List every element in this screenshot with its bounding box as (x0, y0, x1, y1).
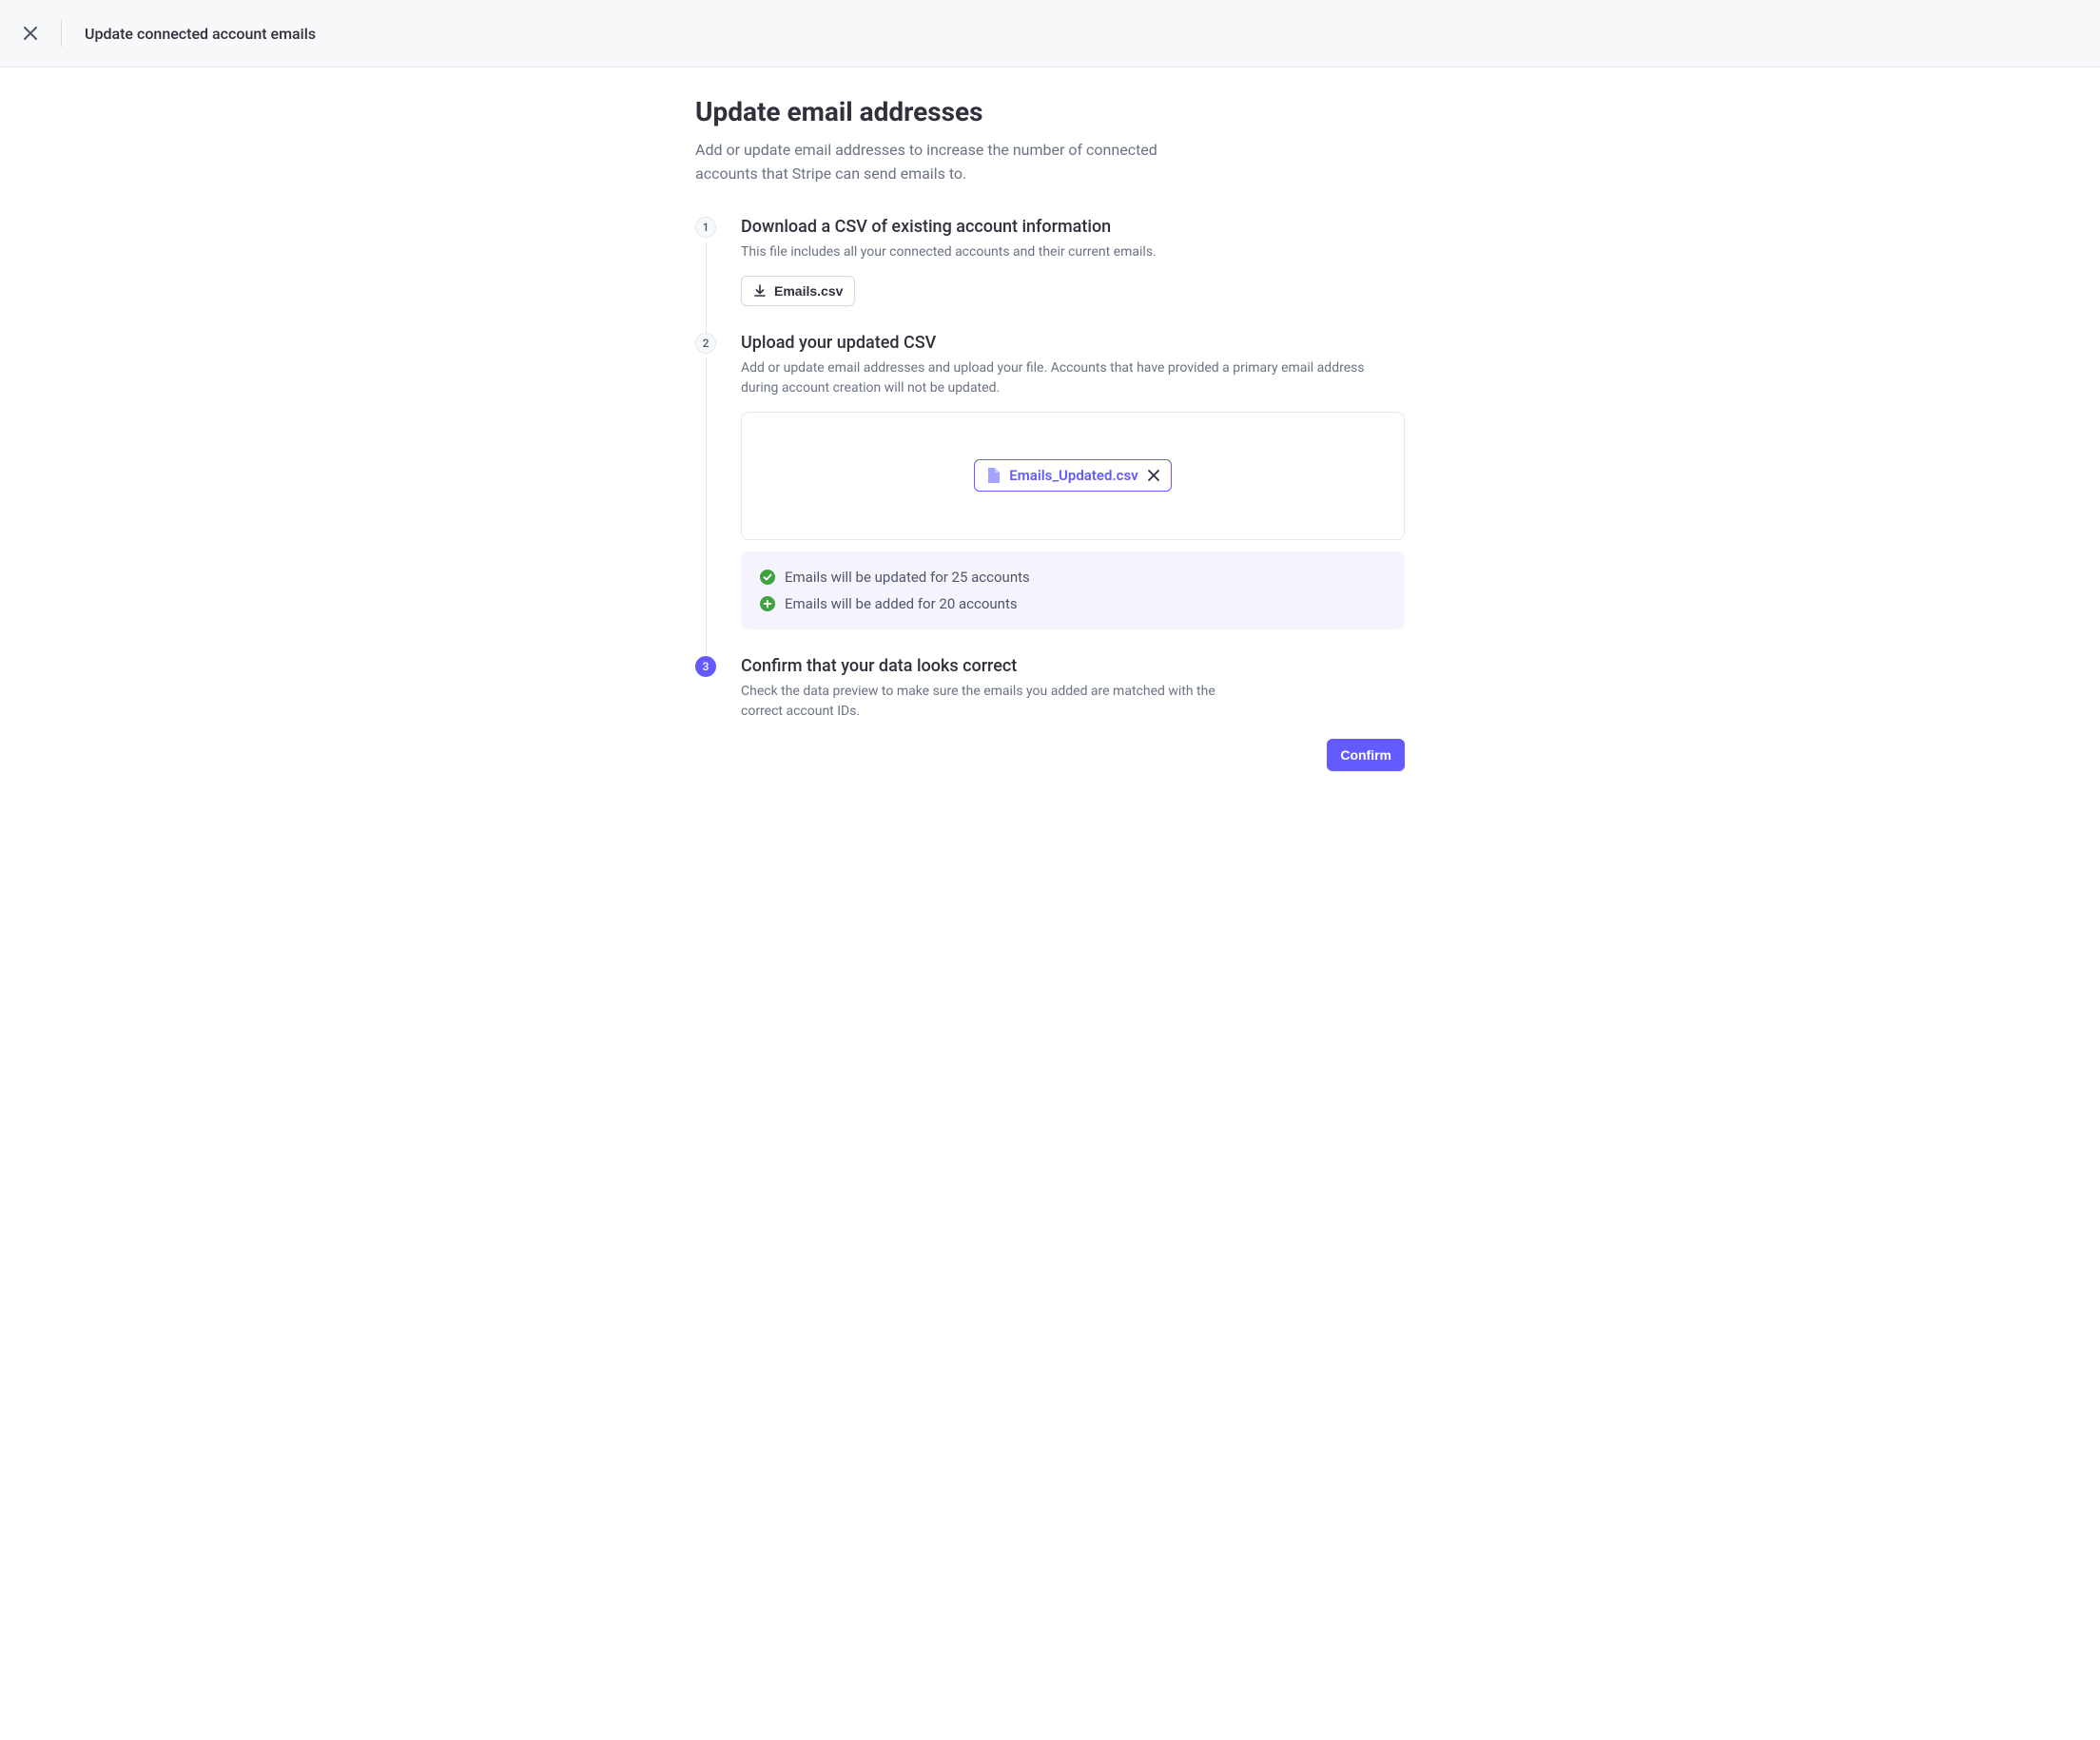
steps-list: 1 Download a CSV of existing account inf… (695, 217, 1405, 798)
page-title: Update email addresses (695, 96, 1405, 127)
close-icon (1148, 470, 1159, 481)
step-2: 2 Upload your updated CSV Add or update … (695, 333, 1405, 656)
uploaded-file-name: Emails_Updated.csv (1009, 467, 1138, 484)
plus-circle-icon (760, 596, 775, 611)
status-added-row: Emails will be added for 20 accounts (760, 595, 1386, 612)
step-title: Upload your updated CSV (741, 333, 1405, 353)
header-title: Update connected account emails (85, 25, 316, 43)
header-divider (61, 20, 62, 47)
status-text: Emails will be added for 20 accounts (785, 595, 1018, 612)
upload-dropzone[interactable]: Emails_Updated.csv (741, 412, 1405, 540)
page-subtitle: Add or update email addresses to increas… (695, 139, 1190, 186)
file-icon (986, 468, 1000, 483)
status-text: Emails will be updated for 25 accounts (785, 569, 1030, 586)
remove-file-button[interactable] (1148, 470, 1159, 481)
step-title: Download a CSV of existing account infor… (741, 217, 1405, 237)
download-icon (753, 284, 767, 298)
step-description: Add or update email addresses and upload… (741, 358, 1405, 398)
step-description: This file includes all your connected ac… (741, 242, 1405, 262)
step-description: Check the data preview to make sure the … (741, 682, 1235, 722)
confirm-row: Confirm (741, 739, 1405, 771)
step-1: 1 Download a CSV of existing account inf… (695, 217, 1405, 333)
step-number: 1 (695, 217, 716, 238)
step-3: 3 Confirm that your data looks correct C… (695, 656, 1405, 798)
header-bar: Update connected account emails (0, 0, 2100, 68)
status-updated-row: Emails will be updated for 25 accounts (760, 569, 1386, 586)
close-icon (24, 27, 37, 40)
upload-status-panel: Emails will be updated for 25 accounts E… (741, 551, 1405, 629)
step-number-active: 3 (695, 656, 716, 677)
check-circle-icon (760, 570, 775, 585)
uploaded-file-chip: Emails_Updated.csv (974, 459, 1171, 492)
main-content: Update email addresses Add or update ema… (695, 68, 1405, 836)
download-csv-button[interactable]: Emails.csv (741, 276, 855, 306)
step-number: 2 (695, 333, 716, 354)
download-button-label: Emails.csv (774, 283, 843, 299)
step-title: Confirm that your data looks correct (741, 656, 1405, 676)
close-button[interactable] (19, 22, 42, 45)
confirm-button[interactable]: Confirm (1327, 739, 1405, 771)
